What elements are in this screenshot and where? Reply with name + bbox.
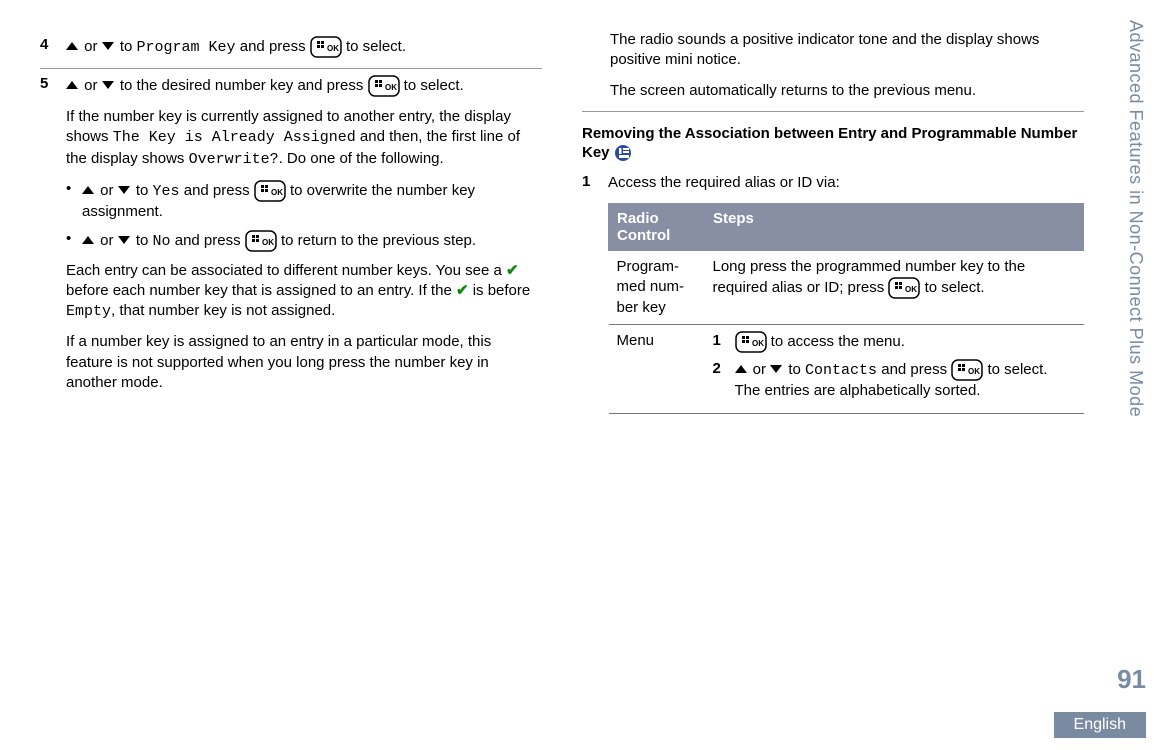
code-text: Empty (66, 303, 111, 320)
step-continuation: The radio sounds a positive indicator to… (582, 30, 1084, 112)
bullet-item: • or to No and press to return to the pr… (66, 230, 542, 252)
code-text: The Key is Already Assigned (113, 129, 356, 146)
down-icon (102, 42, 116, 52)
up-icon (66, 42, 80, 52)
left-column: 4 or to Program Key and press to select.… (40, 30, 542, 424)
step-5-para1: If the number key is currently assigned … (66, 107, 542, 170)
ok-button-icon (951, 359, 983, 381)
table-header: Steps (705, 204, 1084, 251)
ok-button-icon (735, 331, 767, 353)
ok-button-icon (888, 277, 920, 299)
page-content: 4 or to Program Key and press to select.… (40, 30, 1114, 424)
inner-step: 1 to access the menu. (713, 331, 1076, 353)
step-4: 4 or to Program Key and press to select. (40, 30, 542, 69)
radio-icon (614, 144, 632, 162)
code-text: Overwrite? (189, 151, 279, 168)
ok-button-icon (245, 230, 277, 252)
step-number: 5 (40, 75, 56, 393)
table-row: Program­med num­ber key Long press the p… (609, 251, 1084, 325)
chapter-title-sidebar: Advanced Features in Non-Connect Plus Mo… (1125, 20, 1146, 417)
right-column: The radio sounds a positive indicator to… (582, 30, 1114, 424)
section-heading: Removing the Association between Entry a… (582, 124, 1084, 163)
step-1: 1 Access the required alias or ID via: R… (582, 173, 1084, 424)
down-icon (118, 236, 132, 246)
code-text: Yes (153, 183, 180, 200)
check-icon: ✔ (506, 262, 519, 279)
result-text: The radio sounds a positive indicator to… (610, 30, 1084, 71)
step-5: 5 or to the desired number key and press… (40, 69, 542, 403)
step-number: 1 (582, 173, 598, 414)
bullet-item: • or to Yes and press to overwrite the n… (66, 180, 542, 222)
language-badge: English (1054, 712, 1146, 738)
ok-button-icon (368, 75, 400, 97)
up-icon (66, 81, 80, 91)
table-cell: Program­med num­ber key (609, 251, 705, 325)
down-icon (102, 81, 116, 91)
table-cell: Menu (609, 324, 705, 413)
inner-step: 2 or to Contacts and press to select. Th… (713, 359, 1076, 401)
ok-button-icon (310, 36, 342, 58)
page-number: 91 (1117, 664, 1146, 695)
alias-access-table: Radio Control Steps Program­med num­ber … (608, 203, 1084, 414)
down-icon (118, 186, 132, 196)
step-5-para2: Each entry can be associated to differen… (66, 261, 542, 323)
table-cell: Long press the programmed number key to … (705, 251, 1084, 325)
step-5-line1: or to the desired number key and press t… (66, 75, 542, 97)
code-text: No (153, 233, 171, 250)
check-icon: ✔ (456, 282, 469, 299)
step-number: 4 (40, 36, 56, 58)
table-cell: 1 to access the menu. 2 or to Contacts a… (705, 324, 1084, 413)
result-text: The screen automatically returns to the … (610, 81, 1084, 101)
code-text: Program Key (137, 39, 236, 56)
table-header: Radio Control (609, 204, 705, 251)
step-4-text: or to Program Key and press to select. (66, 36, 542, 58)
ok-button-icon (254, 180, 286, 202)
table-row: Menu 1 to access the menu. 2 or to Conta… (609, 324, 1084, 413)
code-text: Contacts (805, 362, 877, 379)
up-icon (82, 236, 96, 246)
step-5-para3: If a number key is assigned to an entry … (66, 332, 542, 393)
up-icon (82, 186, 96, 196)
step-1-text: Access the required alias or ID via: (608, 173, 1084, 193)
up-icon (735, 365, 749, 375)
down-icon (770, 365, 784, 375)
